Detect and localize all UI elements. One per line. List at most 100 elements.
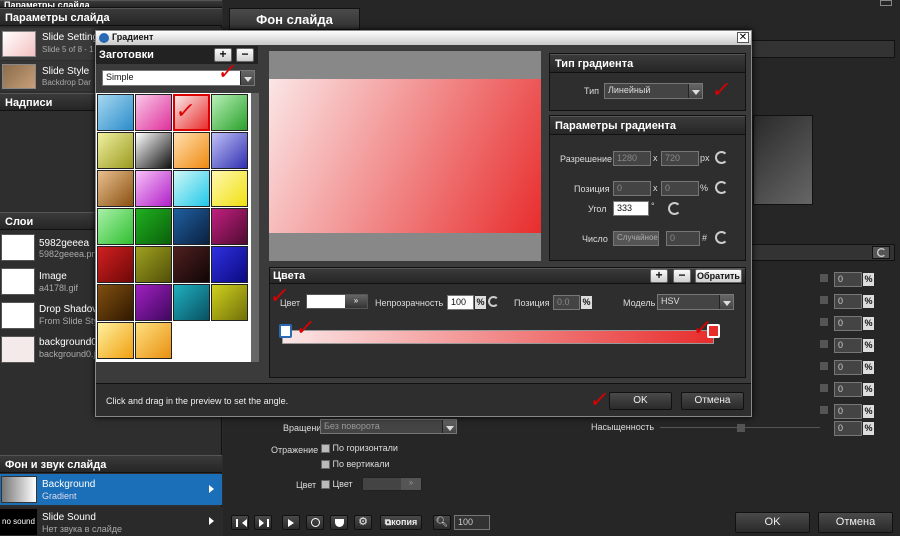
random-button[interactable]: Случайное — [613, 231, 659, 246]
preset-swatch[interactable] — [211, 284, 248, 321]
zoom-button[interactable]: 🔍︎ — [433, 515, 451, 530]
preset-swatch[interactable] — [211, 132, 248, 169]
checkbox[interactable] — [321, 460, 330, 470]
color-swatch[interactable]: » — [306, 294, 368, 309]
preset-swatch[interactable] — [135, 94, 172, 131]
value-input[interactable]: 0 — [834, 360, 862, 375]
slider-knob[interactable] — [820, 318, 828, 326]
value-input[interactable]: 0 — [834, 272, 862, 287]
gradient-canvas[interactable] — [269, 79, 541, 233]
preset-swatch[interactable] — [173, 132, 210, 169]
chevron-down-icon — [240, 71, 254, 85]
preset-swatch[interactable] — [173, 284, 210, 321]
slider-knob[interactable] — [820, 406, 828, 414]
preset-swatch[interactable] — [97, 208, 134, 245]
slider-knob[interactable] — [820, 362, 828, 370]
angle-input[interactable]: 333 — [613, 201, 649, 216]
presets-scrollbar[interactable] — [251, 93, 259, 362]
number-input[interactable]: 0 — [666, 231, 700, 246]
preset-swatch[interactable] — [97, 132, 134, 169]
remove-stop-button[interactable]: − — [673, 269, 691, 283]
preset-swatch[interactable] — [135, 170, 172, 207]
rotation-select[interactable]: Без поворота — [320, 419, 457, 434]
reset-number-icon[interactable] — [715, 231, 728, 244]
slider-knob[interactable] — [820, 296, 828, 304]
slider-knob[interactable] — [820, 340, 828, 348]
settings-button[interactable]: ⚙ — [354, 515, 372, 530]
item-subtitle: Backdrop Dar — [42, 78, 91, 87]
resolution-height-input[interactable]: 720 — [661, 151, 699, 166]
reset-resolution-icon[interactable] — [715, 151, 728, 164]
reset-button[interactable] — [872, 246, 890, 259]
close-icon[interactable]: ✕ — [737, 32, 749, 43]
preset-swatch[interactable] — [135, 246, 172, 283]
stop-handle-start[interactable] — [279, 324, 292, 338]
cancel-button[interactable]: Отмена — [818, 512, 893, 533]
preset-swatch[interactable] — [135, 208, 172, 245]
preset-swatch[interactable] — [97, 170, 134, 207]
position-y-input[interactable]: 0 — [661, 181, 699, 196]
layer-thumbnail — [1, 336, 35, 363]
slider-knob[interactable] — [737, 424, 745, 432]
checkbox[interactable] — [321, 444, 330, 454]
preset-swatch[interactable] — [211, 208, 248, 245]
preset-swatch[interactable] — [135, 132, 172, 169]
type-select[interactable]: Линейный — [604, 83, 703, 99]
value-input[interactable]: 0 — [834, 404, 862, 419]
reset-angle-icon[interactable] — [668, 202, 681, 215]
value-input[interactable]: 0 — [834, 421, 862, 436]
reflect-v-check[interactable]: По вертикали — [321, 459, 390, 470]
shield-button[interactable] — [330, 515, 348, 530]
preset-swatch[interactable] — [173, 246, 210, 283]
reset-position-icon[interactable] — [715, 181, 728, 194]
picker-button[interactable]: » — [401, 478, 421, 490]
resolution-width-input[interactable]: 1280 — [613, 151, 651, 166]
play-button[interactable] — [282, 515, 300, 530]
value-input[interactable]: 0 — [834, 294, 862, 309]
background-item[interactable]: Background Gradient — [0, 474, 222, 505]
gradient-bar[interactable] — [282, 330, 714, 344]
checkbox[interactable] — [321, 480, 330, 490]
preset-swatch[interactable] — [135, 322, 172, 359]
model-select[interactable]: HSV — [657, 294, 734, 310]
stop-position-input[interactable]: 0.0 — [553, 295, 580, 310]
remove-preset-button[interactable]: − — [236, 48, 254, 62]
color-picker-button[interactable]: » — [345, 295, 367, 308]
reset-opacity-icon[interactable] — [488, 296, 499, 307]
preset-swatch[interactable] — [97, 94, 134, 131]
dialog-ok-button[interactable]: OK — [609, 392, 672, 410]
position-x-input[interactable]: 0 — [613, 181, 651, 196]
preset-swatch[interactable] — [97, 284, 134, 321]
value-input[interactable]: 0 — [834, 338, 862, 353]
close-icon[interactable] — [880, 0, 892, 6]
preset-swatch[interactable] — [97, 246, 134, 283]
zoom-input[interactable]: 100 — [454, 515, 490, 530]
color-swatch-disabled[interactable]: » — [362, 477, 422, 491]
preset-swatch[interactable] — [211, 170, 248, 207]
first-button[interactable] — [231, 515, 249, 530]
preset-swatch[interactable] — [211, 94, 248, 131]
reverse-button[interactable]: Обратить — [695, 269, 742, 283]
last-button[interactable] — [254, 515, 272, 530]
preset-swatch[interactable] — [135, 284, 172, 321]
preset-swatch[interactable] — [211, 246, 248, 283]
value-input[interactable]: 0 — [834, 316, 862, 331]
ok-button[interactable]: OK — [735, 512, 810, 533]
gradient-preview[interactable] — [269, 51, 541, 261]
preset-swatch[interactable] — [173, 208, 210, 245]
tab-background[interactable]: Фон слайда — [229, 8, 360, 30]
value-input[interactable]: 0 — [834, 382, 862, 397]
preset-swatch[interactable] — [97, 322, 134, 359]
timer-button[interactable] — [306, 515, 324, 530]
preset-swatch[interactable] — [173, 170, 210, 207]
color-check[interactable]: Цвет — [321, 479, 353, 490]
annotation-check-icon: ✓ — [173, 99, 197, 124]
slider-knob[interactable] — [820, 274, 828, 282]
dialog-cancel-button[interactable]: Отмена — [681, 392, 744, 410]
opacity-input[interactable]: 100 — [447, 295, 474, 310]
slider-knob[interactable] — [820, 384, 828, 392]
reflect-h-check[interactable]: По горизонтали — [321, 443, 398, 454]
slide-sound-item[interactable]: no sound Slide Sound Нет звука в слайде — [0, 507, 222, 536]
add-stop-button[interactable]: + — [650, 269, 668, 283]
copy-button[interactable]: ⧉копия — [380, 515, 422, 530]
